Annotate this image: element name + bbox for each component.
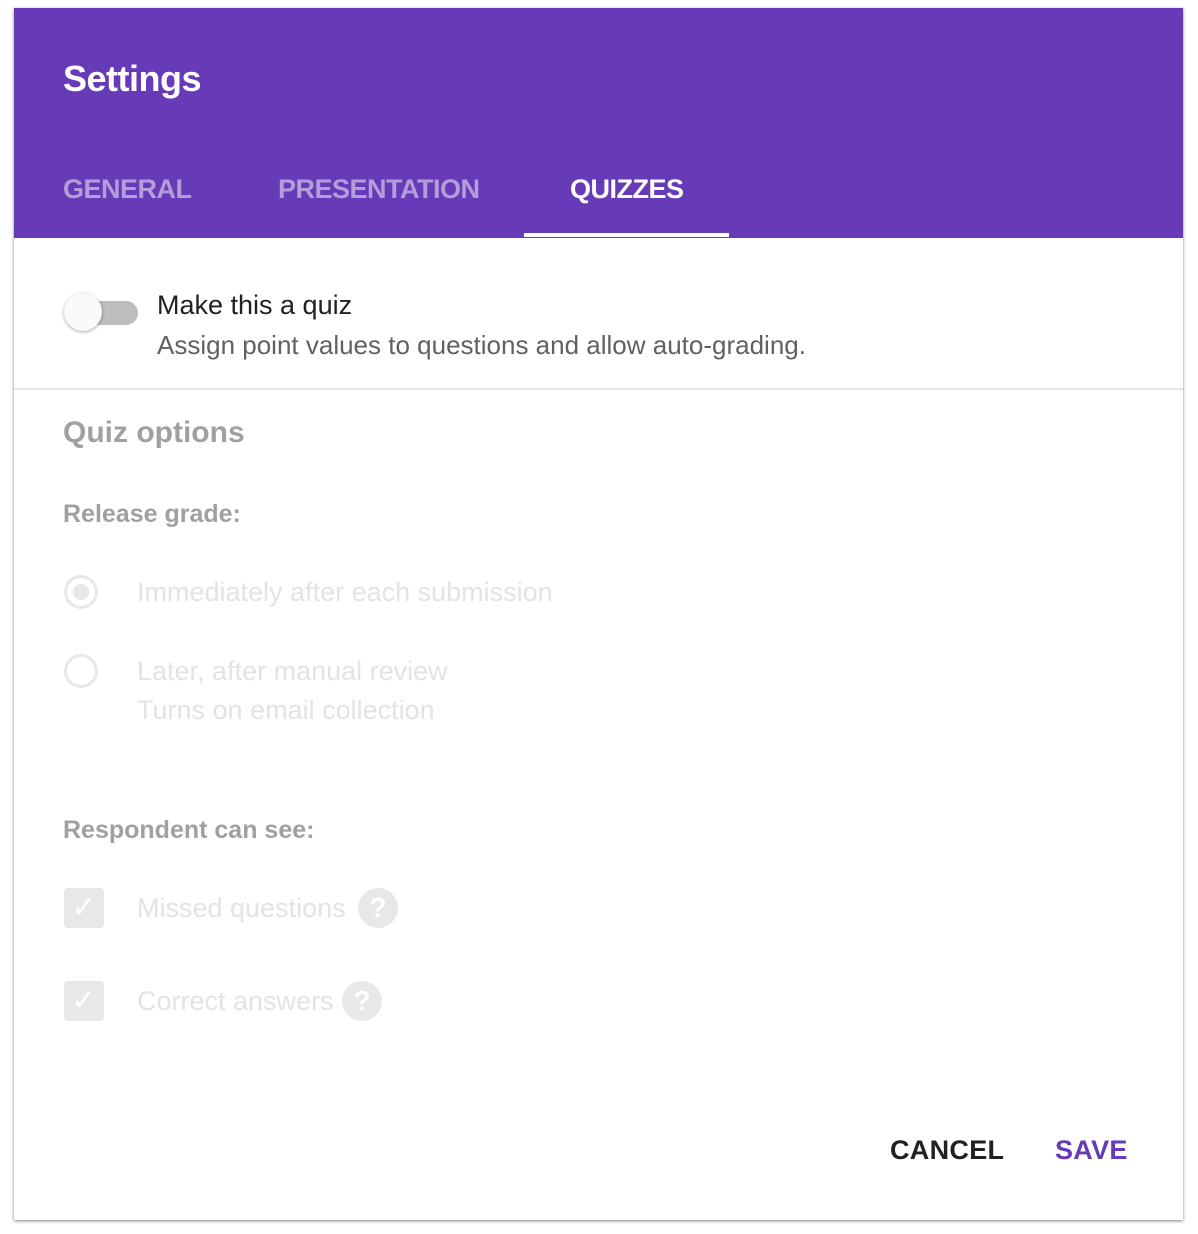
radio-immediately-label: Immediately after each submission [137, 577, 553, 607]
help-icon[interactable]: ? [358, 888, 398, 928]
radio-immediately[interactable] [64, 575, 98, 609]
checkbox-correct-answers[interactable]: ✓ [64, 981, 104, 1021]
settings-dialog: Settings GENERAL PRESENTATION QUIZZES Ma… [14, 8, 1183, 1220]
radio-later-label: Later, after manual review [137, 656, 448, 686]
divider [14, 388, 1183, 390]
check-icon: ✓ [71, 891, 97, 924]
tab-presentation[interactable]: PRESENTATION [278, 174, 480, 205]
checkbox-missed-questions[interactable]: ✓ [64, 888, 104, 928]
active-tab-indicator [524, 233, 729, 237]
quiz-options-heading: Quiz options [63, 416, 245, 449]
cancel-button[interactable]: CANCEL [890, 1135, 1004, 1166]
release-grade-label: Release grade: [63, 500, 241, 528]
make-quiz-toggle[interactable] [64, 291, 138, 331]
missed-questions-label: Missed questions [137, 893, 346, 923]
dialog-header: Settings GENERAL PRESENTATION QUIZZES [14, 8, 1183, 238]
radio-later-hint: Turns on email collection [137, 695, 435, 725]
tab-quizzes[interactable]: QUIZZES [570, 174, 684, 205]
save-button[interactable]: SAVE [1055, 1135, 1128, 1166]
check-icon: ✓ [71, 984, 97, 1017]
radio-later[interactable] [64, 654, 98, 688]
dialog-footer [14, 1073, 1183, 1213]
respondent-can-see-label: Respondent can see: [63, 816, 315, 844]
help-icon[interactable]: ? [342, 981, 382, 1021]
tab-general[interactable]: GENERAL [63, 174, 192, 205]
make-quiz-label: Make this a quiz [157, 290, 353, 320]
make-quiz-description: Assign point values to questions and all… [157, 330, 806, 360]
correct-answers-label: Correct answers [137, 986, 334, 1016]
dialog-title: Settings [63, 58, 202, 99]
